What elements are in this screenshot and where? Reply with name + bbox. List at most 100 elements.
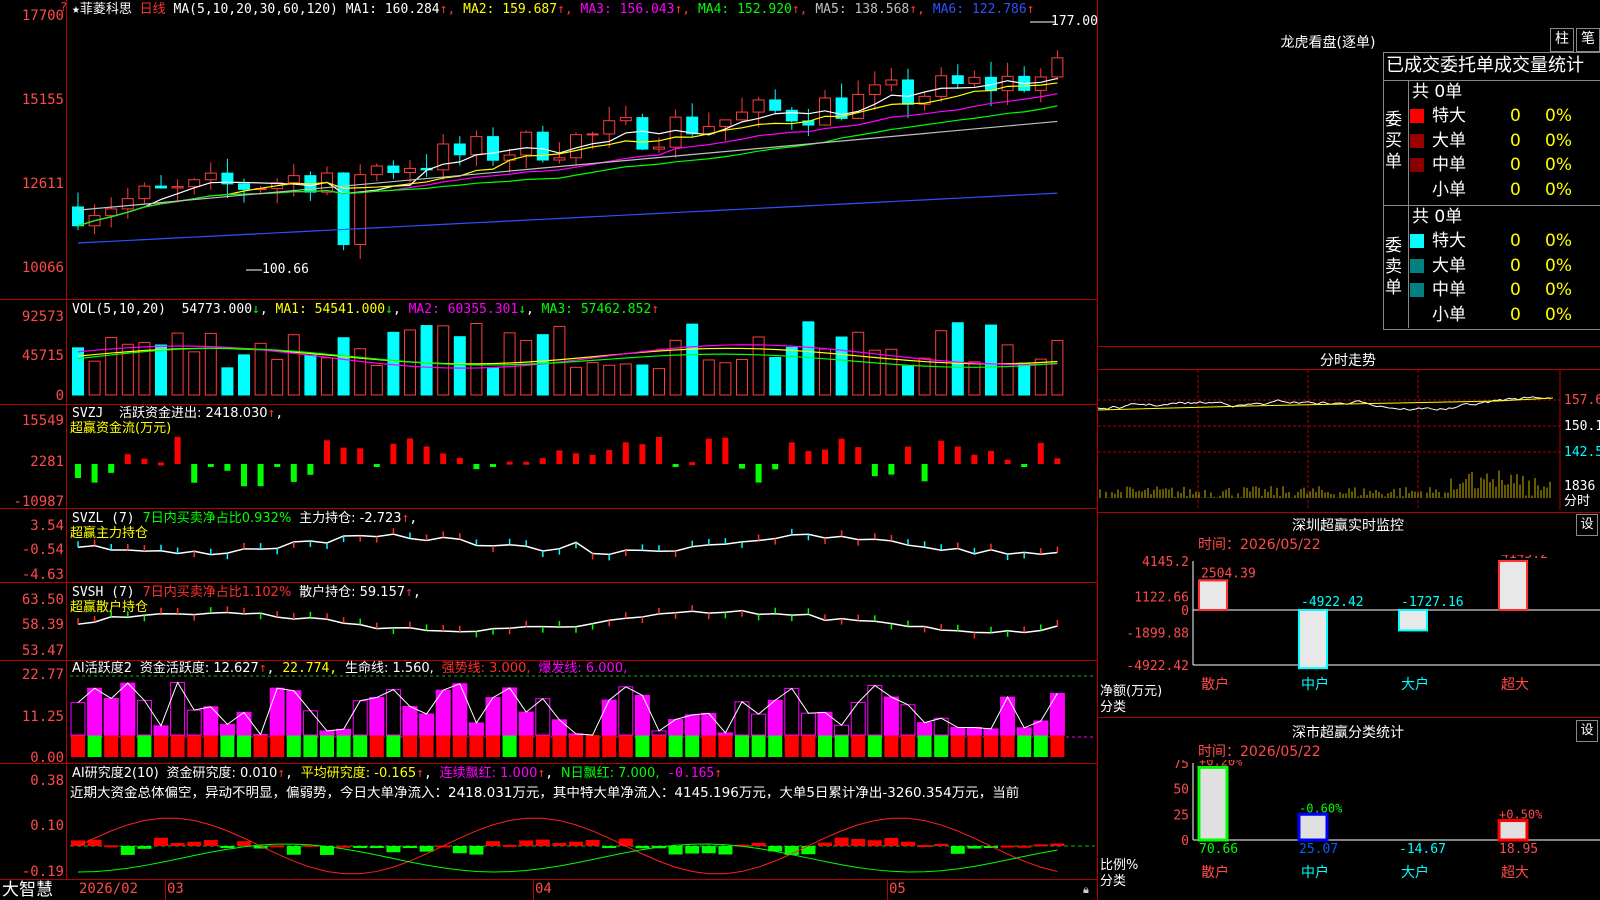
activity-bar-base — [751, 735, 766, 757]
activity-bar-top — [684, 714, 700, 736]
svsh-axis-tick: 63.50 — [21, 592, 64, 608]
flow-bar — [307, 464, 314, 475]
volume-bar — [918, 357, 931, 396]
activity-bar-top — [867, 684, 883, 736]
research-bar — [336, 845, 351, 848]
activity-bar-base — [768, 735, 783, 757]
activity-bar-base — [701, 735, 716, 757]
svzj-sub: 超赢资金流(万元) — [70, 421, 172, 436]
lhb-title: 龙虎看盘(逐单) — [1280, 35, 1376, 51]
date-tick — [533, 880, 534, 900]
classify-settings-button[interactable]: 设 — [1576, 720, 1598, 742]
activity-bar-base — [735, 735, 749, 757]
classify-category-label: 大户 — [1401, 864, 1429, 881]
activity-bar-base — [718, 735, 733, 757]
research-bar — [950, 846, 965, 854]
activity-bar-top — [734, 701, 750, 736]
activity-bar-base — [585, 735, 600, 757]
svzl-axis-tick: 3.54 — [30, 518, 64, 534]
volume-bar — [736, 358, 748, 396]
monitor-ylabel: 净额(万元) — [1100, 684, 1163, 699]
volume-bar — [852, 331, 865, 396]
activity-bar-top — [800, 712, 816, 736]
candle — [951, 75, 964, 84]
monitor-title: 深圳超赢实时监控 — [1292, 518, 1404, 534]
flow-bar — [938, 440, 945, 464]
ai2-axis-tick: 0.38 — [30, 773, 64, 789]
bar-mode-button[interactable]: 柱 — [1550, 28, 1574, 52]
flow-bar — [639, 444, 646, 464]
volume-bar — [254, 342, 267, 396]
flow-bar — [1037, 442, 1044, 464]
candlestick-chart-svg[interactable] — [0, 0, 1098, 900]
activity-bar-base — [137, 735, 152, 757]
volume-bar — [321, 357, 333, 396]
flow-bar — [838, 438, 845, 464]
activity-bar-base — [801, 735, 816, 757]
flow-bar — [506, 461, 513, 465]
volume-bar — [1001, 344, 1014, 396]
activity-bar-base — [851, 735, 866, 757]
classify-bar-chart[interactable]: 75 50 25 0 +0.20% 70.66 散户 -0.60% 25.07 中户 -14.67 大… — [1098, 760, 1600, 900]
chart-area[interactable]: ★菲菱科思 日线 MA(5,10,20,30,60,120) MA1: 160.… — [0, 0, 1098, 900]
buy-row-name: 大单 — [1432, 130, 1466, 151]
flow-bar — [257, 464, 264, 487]
activity-bar-base — [436, 735, 451, 757]
flow-bar — [141, 458, 148, 464]
settings-marker-icon[interactable]: ? — [60, 0, 67, 15]
monitor-bar — [1398, 609, 1428, 632]
flow-bar — [390, 443, 397, 464]
flow-bar — [324, 440, 330, 464]
volume-bar — [354, 348, 367, 396]
research-bar — [851, 839, 866, 846]
volume-bar — [619, 363, 632, 396]
volume-bar — [586, 362, 599, 396]
brand-label[interactable]: 大智慧 — [2, 880, 53, 900]
flow-bar — [954, 446, 961, 464]
flow-bar — [357, 448, 364, 464]
activity-bar-top — [319, 730, 335, 736]
research-bar — [203, 840, 218, 846]
flow-bar — [158, 462, 164, 466]
volume-bar — [437, 325, 450, 396]
lock-icon[interactable]: 🔒︎ — [1083, 882, 1089, 897]
tick-mode-button[interactable]: 笔 — [1576, 28, 1600, 52]
activity-bar-top — [883, 696, 899, 736]
activity-bar-top — [1049, 692, 1065, 736]
activity-bar-base — [519, 735, 534, 757]
activity-bar-base — [419, 735, 434, 757]
price-axis-tick: 17700 — [21, 8, 64, 24]
intraday-axis-tick: 1836 — [1564, 479, 1596, 494]
research-bar — [237, 841, 251, 846]
activity-bar-top — [917, 722, 933, 736]
flow-bar — [490, 464, 496, 467]
volume-bar — [287, 334, 300, 396]
research-bar — [701, 846, 716, 854]
monitor-bar-chart[interactable]: 4145.21122.660-1899.88-4922.422504.39散户-… — [1098, 555, 1600, 715]
buy-total: 共 0单 — [1412, 82, 1463, 102]
ai-activity-header: AI活跃度2 资金活跃度: 12.627↑, 22.774, 生命线: 1.56… — [72, 661, 628, 676]
star-icon[interactable]: ★ — [72, 2, 80, 17]
intraday-chart[interactable] — [1098, 370, 1600, 510]
volume-bar — [769, 357, 782, 396]
svzj-axis-tick: -10987 — [13, 494, 64, 510]
activity-bar-top — [551, 719, 567, 736]
monitor-settings-button[interactable]: 设 — [1576, 514, 1598, 536]
candle — [121, 198, 134, 210]
flow-bar — [124, 454, 131, 464]
vol-axis-tick: 0 — [55, 388, 64, 404]
volume-bar — [1051, 339, 1064, 396]
panel-divider — [1098, 717, 1600, 718]
sell-row-swatch — [1410, 307, 1424, 322]
monitor-axis-tick: -1899.88 — [1126, 626, 1189, 641]
flow-bar — [1004, 459, 1011, 464]
volume-bar — [188, 351, 201, 396]
classify-title: 深市超赢分类统计 — [1292, 725, 1404, 741]
flow-bar — [1021, 464, 1028, 467]
activity-bar-top — [900, 704, 916, 736]
flow-bar — [573, 453, 579, 464]
candle — [1051, 57, 1064, 78]
stock-name: 菲菱科思 — [79, 2, 132, 17]
activity-bar-top — [120, 682, 136, 736]
activity-bar-base — [917, 735, 932, 757]
